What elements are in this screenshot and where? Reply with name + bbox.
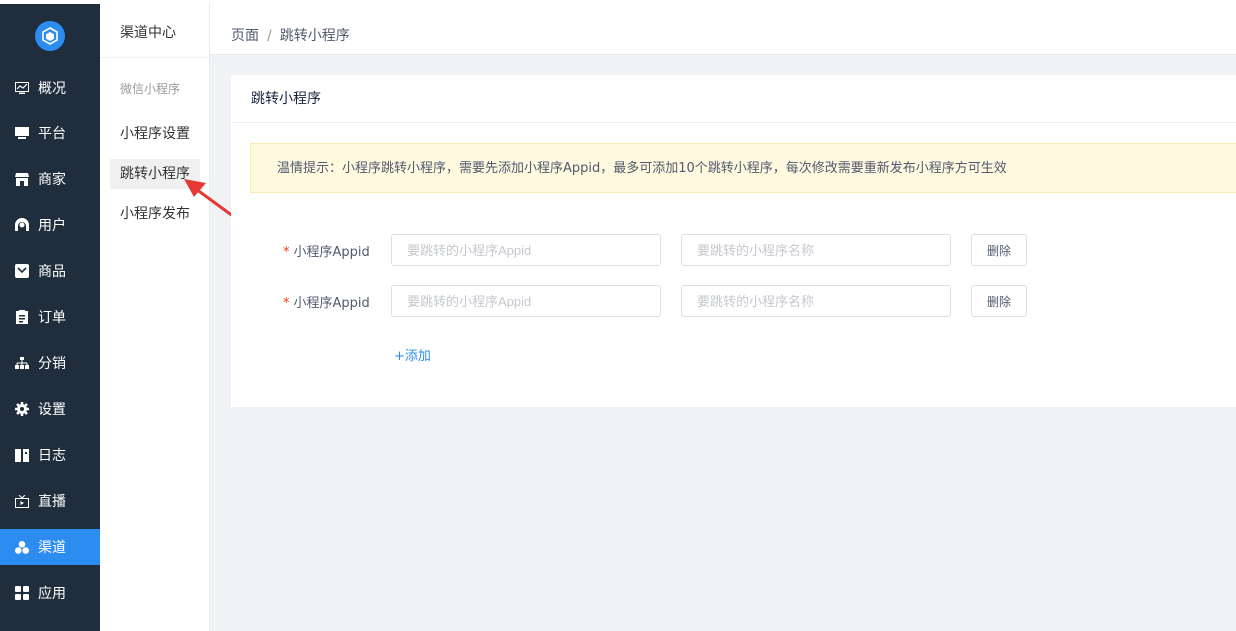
submenu-title: 渠道中心 — [100, 8, 210, 58]
appid-label-text: 小程序Appid — [293, 245, 370, 260]
grid-icon — [15, 586, 29, 600]
channel-submenu: 渠道中心 微信小程序 小程序设置 跳转小程序 小程序发布 — [100, 0, 210, 631]
sidebar-item-label: 渠道 — [38, 540, 66, 556]
sidebar-item-label: 商品 — [38, 264, 66, 280]
sidebar-item-channel[interactable]: 渠道 — [0, 529, 100, 565]
goods-icon — [15, 264, 29, 278]
sidebar-item-label: 用户 — [38, 218, 66, 234]
appid-form-row: *小程序Appid 删除 — [231, 234, 1236, 266]
sidebar-item-label: 设置 — [38, 402, 66, 418]
add-row-link[interactable]: +添加 — [394, 345, 431, 364]
sidebar-item-overview[interactable]: 概况 — [0, 70, 100, 106]
jump-miniprogram-card: 跳转小程序 温情提示：小程序跳转小程序，需要先添加小程序Appid，最多可添加1… — [231, 75, 1236, 407]
submenu-group-label: 微信小程序 — [120, 82, 181, 96]
delete-button[interactable]: 删除 — [971, 234, 1027, 266]
card-title: 跳转小程序 — [231, 75, 1236, 123]
sidebar-item-label: 分销 — [38, 356, 66, 372]
monitor-icon — [15, 126, 29, 140]
breadcrumb: 页面 / 跳转小程序 — [231, 25, 350, 45]
appid-label: * 小程序Appid — [283, 292, 370, 311]
box-logo-icon[interactable] — [35, 21, 65, 51]
book-icon — [15, 448, 29, 462]
required-mark: * — [283, 296, 290, 311]
breadcrumb-current: 跳转小程序 — [279, 28, 350, 44]
sidebar-item-goods[interactable]: 商品 — [0, 253, 100, 289]
sidebar-item-distribution[interactable]: 分销 — [0, 345, 100, 381]
sidebar-item-live[interactable]: 直播 — [0, 483, 100, 519]
sidebar-item-label: 商家 — [38, 172, 66, 188]
sidebar-item-settings[interactable]: 设置 — [0, 391, 100, 427]
gear-icon — [15, 402, 29, 416]
store-icon — [15, 172, 29, 186]
sidebar-item-label: 日志 — [38, 448, 66, 464]
required-mark: * — [283, 245, 290, 260]
sidebar-item-apps[interactable]: 应用 — [0, 575, 100, 611]
sidebar-item-merchant[interactable]: 商家 — [0, 161, 100, 197]
app-root: 概况 平台 商家 用户 商品 订单 分销 设置 日志 直播 渠道 应用 渠道中心… — [0, 0, 1236, 631]
sidebar-item-order[interactable]: 订单 — [0, 299, 100, 335]
miniprogram-name-input[interactable] — [681, 285, 951, 317]
appid-input[interactable] — [391, 234, 661, 266]
sidebar-item-log[interactable]: 日志 — [0, 437, 100, 473]
breadcrumb-separator: / — [267, 28, 272, 44]
submenu-item-miniprogram-settings[interactable]: 小程序设置 — [110, 119, 200, 149]
appid-input[interactable] — [391, 285, 661, 317]
sidebar-item-label: 直播 — [38, 494, 66, 510]
miniprogram-name-input[interactable] — [681, 234, 951, 266]
sidebar-item-label: 应用 — [38, 586, 66, 602]
user-icon — [15, 218, 29, 232]
appid-label: * 小程序Appid — [283, 241, 370, 260]
delete-button[interactable]: 删除 — [971, 285, 1027, 317]
tv-icon — [15, 494, 29, 508]
notice-banner: 温情提示：小程序跳转小程序，需要先添加小程序Appid，最多可添加10个跳转小程… — [250, 143, 1236, 193]
chart-icon — [15, 81, 29, 95]
org-tree-icon — [15, 356, 29, 370]
main-sidebar: 概况 平台 商家 用户 商品 订单 分销 设置 日志 直播 渠道 应用 — [0, 0, 100, 631]
sidebar-item-label: 订单 — [38, 310, 66, 326]
top-header: 页面 / 跳转小程序 — [210, 0, 1236, 55]
order-icon — [15, 310, 29, 324]
appid-form-row: *小程序Appid 删除 — [231, 285, 1236, 317]
sidebar-item-label: 概况 — [38, 81, 66, 97]
breadcrumb-root[interactable]: 页面 — [231, 28, 259, 44]
sidebar-item-label: 平台 — [38, 126, 66, 142]
sidebar-item-platform[interactable]: 平台 — [0, 115, 100, 151]
sidebar-item-user[interactable]: 用户 — [0, 207, 100, 243]
channel-icon — [15, 540, 29, 554]
appid-label-text: 小程序Appid — [293, 296, 370, 311]
